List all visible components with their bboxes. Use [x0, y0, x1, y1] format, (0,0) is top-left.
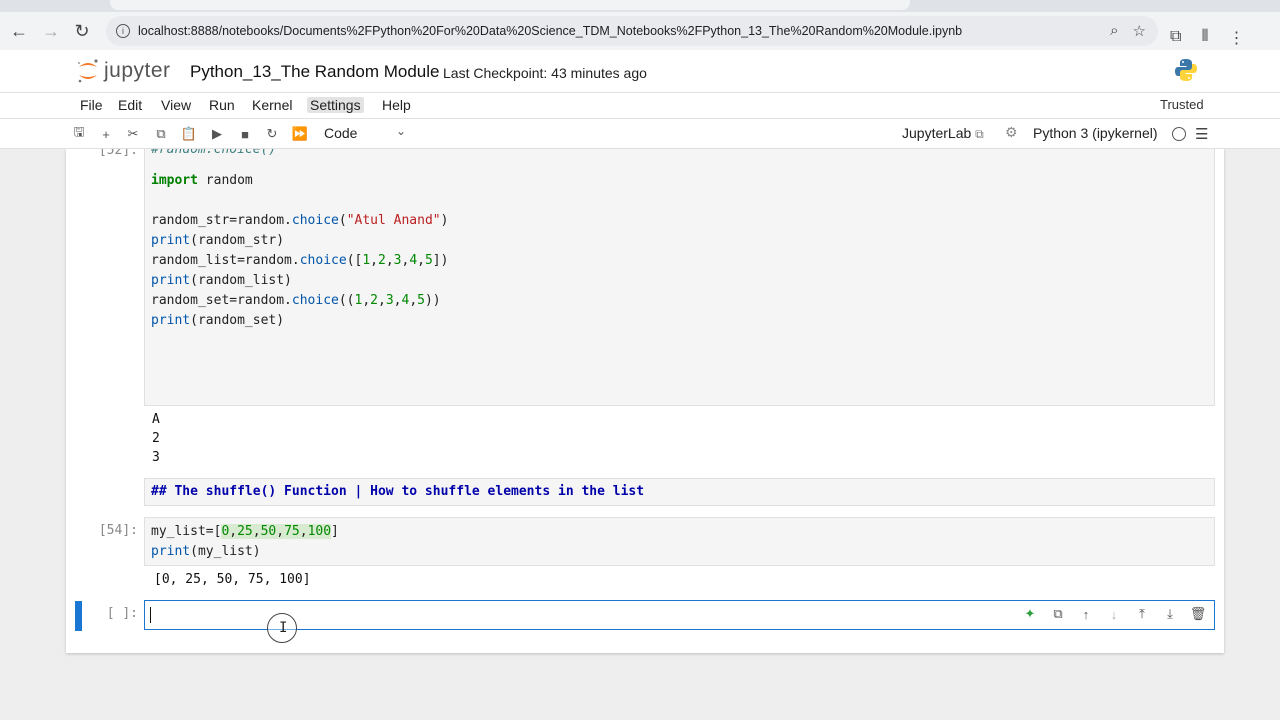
cell-toolbar: ✦ ⧉ ↑ ↓ ⤒ ⤓ 🗑 [1022, 606, 1207, 622]
notebook-title[interactable]: Python_13_The Random Module [190, 62, 440, 82]
code-line: import random [151, 173, 253, 188]
notebook-toolbar: 🖫 + ✂ ⧉ 📋 ▶ ■ ↻ ⏩ Code ⌄ JupyterLab ⧉ ⚙ … [0, 119, 1280, 149]
restart-icon[interactable]: ↻ [263, 125, 281, 143]
code-line: print(random_set) [151, 313, 285, 328]
code-line: print(my_list) [151, 544, 261, 559]
python-logo-icon [1175, 59, 1197, 81]
run-icon[interactable]: ▶ [208, 125, 226, 143]
jupyter-wordmark: jupyter [104, 59, 171, 82]
menu-run[interactable]: Run [207, 97, 237, 113]
extensions-icon[interactable]: ⧉ [1170, 28, 1181, 48]
paste-icon[interactable]: 📋 [180, 125, 198, 143]
cell-output-line: 2 [152, 431, 160, 446]
notebook-area: [52]: #random.choice() import random ran… [0, 149, 1280, 720]
insert-above-icon[interactable]: ⤒ [1134, 606, 1150, 622]
forward-button[interactable]: → [35, 15, 67, 47]
url-text: localhost:8888/notebooks/Documents%2FPyt… [138, 24, 963, 38]
back-button[interactable]: ← [3, 15, 35, 47]
menu-kernel[interactable]: Kernel [250, 97, 294, 113]
menu-edit[interactable]: Edit [116, 97, 144, 113]
profile-icon[interactable]: ⦀ [1201, 28, 1208, 48]
move-up-icon[interactable]: ↑ [1078, 606, 1094, 622]
site-info-icon[interactable]: i [116, 24, 130, 38]
cell-output-line: 3 [152, 450, 160, 465]
stop-icon[interactable]: ■ [236, 125, 254, 143]
arrow-left-icon: ← [10, 20, 28, 41]
save-icon[interactable]: 🖫 [70, 124, 88, 143]
copy-icon[interactable]: ⧉ [152, 125, 170, 143]
active-code-cell-editor[interactable]: ✦ ⧉ ↑ ↓ ⤒ ⤓ 🗑 [144, 600, 1215, 630]
gear-icon[interactable]: ⚙ [1005, 124, 1018, 141]
duplicate-cell-icon[interactable]: ⧉ [1050, 606, 1066, 622]
external-link-icon: ⧉ [975, 127, 984, 141]
code-line: print(random_str) [151, 233, 285, 248]
bookmark-star-icon[interactable]: ☆ [1133, 22, 1146, 40]
menu-bar: File Edit View Run Kernel Settings Help … [0, 92, 1280, 119]
restart-run-all-icon[interactable]: ⏩ [291, 125, 309, 143]
cell-prompt: [52]: [98, 149, 138, 158]
menu-file[interactable]: File [78, 97, 105, 113]
jupyter-orbit-icon [78, 59, 98, 83]
menu-view[interactable]: View [159, 97, 193, 113]
move-down-icon[interactable]: ↓ [1106, 606, 1122, 622]
jupyterlab-link[interactable]: JupyterLab ⧉ [902, 125, 984, 142]
markdown-cell-editor[interactable]: ## The shuffle() Function | How to shuff… [144, 478, 1215, 506]
active-browser-tab[interactable] [110, 0, 910, 10]
cut-icon[interactable]: ✂ [124, 125, 142, 143]
reload-button[interactable]: ↻ [66, 15, 98, 47]
cell-output-line: A [152, 412, 160, 427]
browser-toolbar: ← → ↻ i localhost:8888/notebooks/Documen… [0, 12, 1280, 50]
code-line: random_str=random.choice("Atul Anand") [151, 213, 449, 228]
code-comment: #random.choice() [151, 149, 277, 157]
cell-prompt: [54]: [98, 523, 138, 538]
zoom-icon[interactable]: ⌕ [1110, 22, 1118, 40]
address-bar[interactable]: i localhost:8888/notebooks/Documents%2FP… [106, 16, 1158, 46]
text-caret [150, 607, 151, 623]
hamburger-menu-icon[interactable]: ☰ [1195, 125, 1208, 143]
delete-cell-icon[interactable]: 🗑 [1190, 606, 1207, 622]
insert-below-icon[interactable]: ⤓ [1162, 606, 1178, 622]
code-line: my_list=[0,25,50,75,100] [151, 524, 339, 539]
code-line: print(random_list) [151, 273, 292, 288]
chevron-down-icon[interactable]: ⌄ [396, 124, 406, 138]
notebook-header: jupyter Python_13_The Random Module Last… [0, 50, 1280, 92]
add-cell-icon[interactable]: + [97, 125, 115, 143]
menu-help[interactable]: Help [380, 97, 413, 113]
kernel-status-icon [1172, 127, 1186, 141]
arrow-right-icon: → [42, 20, 60, 41]
trusted-indicator[interactable]: Trusted [1160, 97, 1204, 112]
cell-prompt: [ ]: [106, 606, 138, 621]
code-cell-editor[interactable]: my_list=[0,25,50,75,100] print(my_list) [144, 517, 1215, 566]
notebook-panel: [52]: #random.choice() import random ran… [66, 149, 1224, 653]
last-checkpoint: Last Checkpoint: 43 minutes ago [443, 65, 647, 81]
ai-sparkle-icon[interactable]: ✦ [1022, 606, 1038, 622]
cell-output: [0, 25, 50, 75, 100] [154, 572, 311, 587]
reload-icon: ↻ [74, 20, 90, 41]
markdown-heading: ## The shuffle() Function | How to shuff… [151, 484, 645, 499]
cell-type-select[interactable]: Code [324, 125, 357, 141]
ibeam-cursor-icon: I [279, 620, 288, 636]
kernel-name[interactable]: Python 3 (ipykernel) [1033, 125, 1158, 141]
code-line: random_list=random.choice([1,2,3,4,5]) [151, 253, 449, 268]
jupyterlab-link-label: JupyterLab [902, 125, 972, 141]
jupyter-logo[interactable]: jupyter [76, 58, 171, 84]
more-menu-icon[interactable]: ⋮ [1228, 28, 1244, 48]
code-line: random_set=random.choice((1,2,3,4,5)) [151, 293, 441, 308]
menu-settings[interactable]: Settings [307, 97, 364, 113]
code-cell-editor[interactable]: #random.choice() import random random_st… [144, 149, 1215, 406]
